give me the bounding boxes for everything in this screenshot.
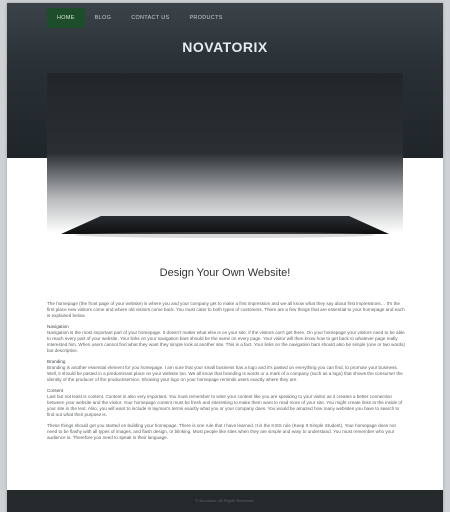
section-body: Last but not least is content. Content i… (47, 394, 403, 417)
footer-copyright: © Novatorix. All Rights Reserved. (195, 498, 255, 503)
nav-item-home[interactable]: HOME (47, 8, 85, 28)
site-logo[interactable]: NOVATORIX (7, 39, 443, 55)
section-body: Navigation is the most important part of… (47, 330, 405, 353)
page: HOME BLOG CONTACT US PRODUCTS NOVATORIX … (7, 3, 443, 512)
section-branding: Branding Branding is another essential e… (47, 359, 405, 383)
section-title: Branding (47, 359, 66, 364)
section-title: Content (47, 388, 64, 393)
hero-shelf-shape (61, 216, 389, 238)
nav-item-products[interactable]: PRODUCTS (179, 8, 232, 28)
hero-banner (47, 73, 403, 233)
main-nav: HOME BLOG CONTACT US PRODUCTS (47, 8, 233, 28)
intro-paragraph: The homepage (the front page of your web… (47, 301, 405, 318)
nav-item-contact-us[interactable]: CONTACT US (121, 8, 179, 28)
page-headline: Design Your Own Website! (159, 267, 291, 279)
section-navigation: Navigation Navigation is the most import… (47, 324, 405, 354)
closing-paragraph: These things should get you started on b… (47, 423, 396, 440)
section-content: Content Last but not least is content. C… (47, 388, 405, 418)
site-footer: © Novatorix. All Rights Reserved. (7, 490, 443, 512)
main-content: The homepage (the front page of your web… (47, 301, 405, 446)
nav-item-blog[interactable]: BLOG (85, 8, 121, 28)
section-body: Branding is another essential element fo… (47, 365, 403, 382)
section-title: Navigation (47, 324, 69, 329)
